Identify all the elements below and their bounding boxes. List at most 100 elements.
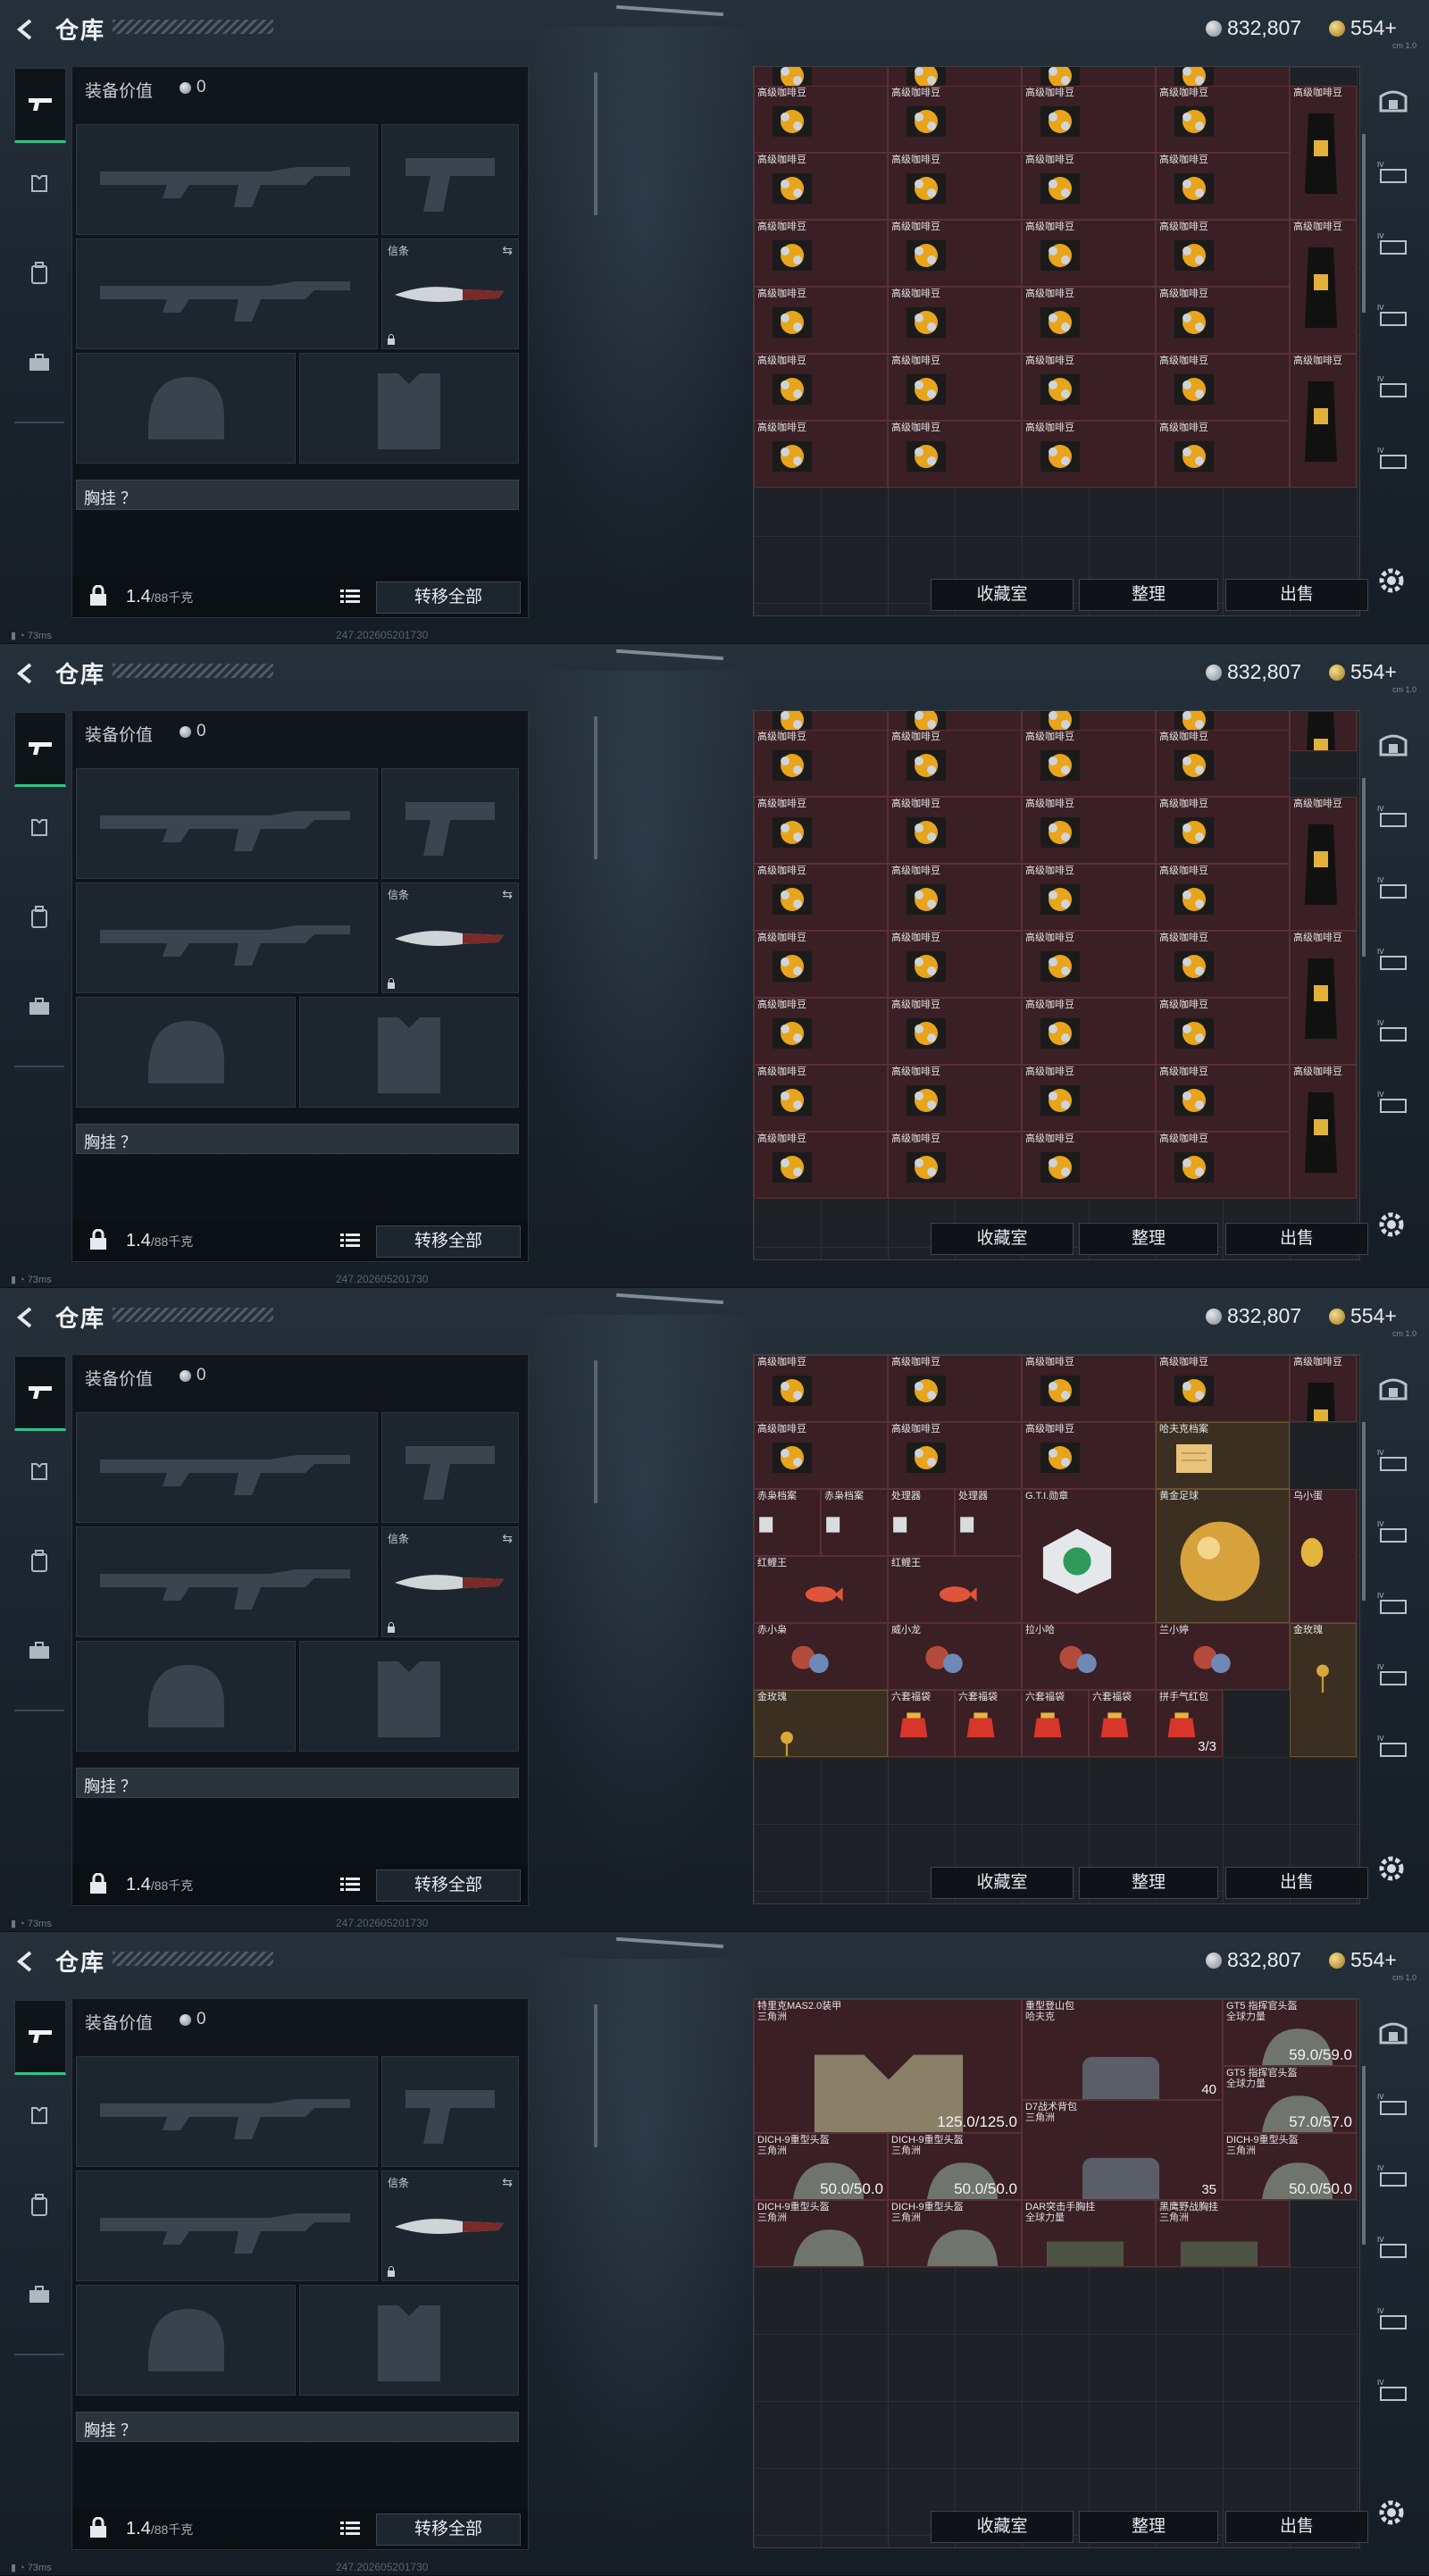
sell-button[interactable]: 出售 <box>1225 2511 1368 2543</box>
transfer-all-button[interactable]: 转移全部 <box>376 581 521 614</box>
gear-icon[interactable] <box>1375 2497 1408 2529</box>
nav-armor[interactable] <box>14 2080 64 2152</box>
pistol-slot[interactable] <box>381 2056 519 2167</box>
stash-item[interactable]: 高级咖啡豆 <box>1022 86 1156 153</box>
stash-item[interactable]: 高级咖啡豆 <box>1156 220 1290 287</box>
stash-item[interactable]: 高级咖啡豆 <box>1290 220 1357 354</box>
stash-item[interactable]: DICH-9重型头盔 三角洲 50.0/50.0 <box>1223 2133 1357 2200</box>
stash-item[interactable]: 高级咖啡豆 <box>1156 287 1290 354</box>
stash-item[interactable]: 高级咖啡豆 <box>888 998 1022 1065</box>
sell-button[interactable]: 出售 <box>1225 579 1368 611</box>
stash-item[interactable]: 高级咖啡豆 <box>1022 1355 1156 1422</box>
stash-item[interactable]: 高级咖啡豆 <box>1156 864 1290 931</box>
gold-currency[interactable]: 554+ <box>1329 1304 1397 1328</box>
primary-weapon-slot[interactable] <box>76 2056 378 2167</box>
storage-lv3-icon[interactable]: IV <box>1377 1590 1409 1617</box>
stash-item[interactable]: DICH-9重型头盔 三角洲 50.0/50.0 <box>754 2133 888 2200</box>
swap-icon[interactable]: ⇆ <box>502 887 513 902</box>
stash-scrollbar[interactable] <box>1362 1422 1366 1601</box>
secondary-weapon-slot[interactable] <box>76 882 378 993</box>
stash-item[interactable]: 高级咖啡豆 <box>888 1355 1022 1422</box>
stash-item[interactable]: 高级咖啡豆 <box>1156 421 1290 488</box>
nav-armor[interactable] <box>14 1436 64 1508</box>
stash-item[interactable]: 黄金足球 <box>1156 1489 1290 1623</box>
stash-item[interactable]: 高级咖啡豆 <box>754 1132 888 1199</box>
back-icon[interactable] <box>13 1948 39 1975</box>
storage-lv2-icon[interactable]: IV <box>1377 2162 1409 2189</box>
back-icon[interactable] <box>13 16 39 43</box>
chest-rig-slot[interactable]: 胸挂 ？ <box>76 2412 519 2442</box>
body-armor-slot[interactable] <box>299 997 519 1108</box>
stash-item[interactable]: 高级咖啡豆 <box>888 730 1022 797</box>
nav-weapons[interactable] <box>14 2000 66 2075</box>
stash-item[interactable]: 高级咖啡豆 <box>888 797 1022 864</box>
stash-scrollbar[interactable] <box>1362 778 1366 957</box>
nav-armor[interactable] <box>14 792 64 864</box>
stash-item[interactable]: 黑鹰野战胸挂 三角洲 <box>1156 2200 1290 2267</box>
gear-icon[interactable] <box>1375 1209 1408 1241</box>
stash-item[interactable]: 赤小枭 <box>754 1623 888 1690</box>
nav-backpack[interactable] <box>14 1526 64 1597</box>
stash-item[interactable]: 高级咖啡豆 <box>1156 354 1290 421</box>
storage-lv4-icon[interactable]: IV <box>1377 1017 1409 1044</box>
storage-lv4-icon[interactable]: IV <box>1377 373 1409 400</box>
swap-icon[interactable]: ⇆ <box>502 1531 513 1546</box>
storage-lv5-icon[interactable]: IV <box>1377 445 1409 472</box>
list-icon[interactable] <box>340 2521 360 2537</box>
collection-room-button[interactable]: 收藏室 <box>931 2511 1074 2543</box>
stash-item[interactable]: 高级咖啡豆 <box>754 730 888 797</box>
collection-room-button[interactable]: 收藏室 <box>931 1867 1074 1899</box>
storage-lv3-icon[interactable]: IV <box>1377 946 1409 973</box>
stash-item[interactable]: 高级咖啡豆 <box>754 153 888 220</box>
body-armor-slot[interactable] <box>299 353 519 464</box>
vault-icon[interactable] <box>1377 1376 1409 1402</box>
stash-item[interactable]: 红鲤王 <box>754 1556 888 1623</box>
stash-item[interactable]: 高级咖啡豆 <box>1022 421 1156 488</box>
stash-item[interactable]: 高级咖啡豆 <box>1290 354 1357 488</box>
swap-icon[interactable]: ⇆ <box>502 243 513 258</box>
stash-item[interactable]: 六套福袋 <box>1089 1690 1156 1757</box>
stash-item[interactable]: 高级咖啡豆 <box>888 220 1022 287</box>
storage-lv3-icon[interactable]: IV <box>1377 302 1409 329</box>
stash-item[interactable]: DICH-9重型头盔 三角洲 <box>754 2200 888 2267</box>
storage-lv2-icon[interactable]: IV <box>1377 230 1409 257</box>
organize-button[interactable]: 整理 <box>1079 2511 1218 2543</box>
helmet-slot[interactable] <box>76 997 296 1108</box>
gold-currency[interactable]: 554+ <box>1329 16 1397 40</box>
back-icon[interactable] <box>13 1304 39 1331</box>
stash-item[interactable]: 高级咖啡豆 <box>754 864 888 931</box>
stash-item[interactable]: 特里克MAS2.0装甲 三角洲 125.0/125.0 <box>754 1999 1022 2133</box>
storage-lv2-icon[interactable]: IV <box>1377 1518 1409 1545</box>
stash-item[interactable]: 高级咖啡豆 <box>1156 1355 1290 1422</box>
stash-item[interactable]: 高级咖啡豆 <box>1022 730 1156 797</box>
stash-item[interactable]: 高级咖啡豆 <box>1022 153 1156 220</box>
stash-item[interactable]: 高级咖啡豆 <box>888 1422 1022 1489</box>
nav-weapons[interactable] <box>14 68 66 143</box>
stash-item[interactable]: G.T.I.勋章 <box>1022 1489 1156 1623</box>
stash-item[interactable]: 高级咖啡豆 <box>888 86 1022 153</box>
storage-lv1-icon[interactable]: IV <box>1377 159 1409 186</box>
stash-item[interactable]: DICH-9重型头盔 三角洲 50.0/50.0 <box>888 2133 1022 2200</box>
stash-item[interactable]: GT5 指挥官头盔 全球力量 57.0/57.0 <box>1223 2066 1357 2133</box>
stash-item[interactable]: 赤枭档案 <box>821 1489 888 1556</box>
storage-lv3-icon[interactable]: IV <box>1377 2234 1409 2261</box>
nav-backpack[interactable] <box>14 238 64 309</box>
stash-item[interactable]: 高级咖啡豆 <box>1156 1132 1290 1199</box>
storage-lv1-icon[interactable]: IV <box>1377 803 1409 830</box>
primary-weapon-slot[interactable] <box>76 768 378 879</box>
storage-lv4-icon[interactable]: IV <box>1377 1661 1409 1688</box>
stash-item[interactable]: 重型登山包 哈夫克 40 <box>1022 1999 1223 2100</box>
stash-item[interactable]: 六套福袋 <box>888 1690 955 1757</box>
nav-case[interactable] <box>14 1615 64 1686</box>
stash-item[interactable]: 高级咖啡豆 <box>1156 797 1290 864</box>
stash-item[interactable]: 高级咖啡豆 <box>754 797 888 864</box>
vault-icon[interactable] <box>1377 732 1409 758</box>
chest-rig-slot[interactable]: 胸挂 ？ <box>76 480 519 510</box>
helmet-slot[interactable] <box>76 1641 296 1752</box>
organize-button[interactable]: 整理 <box>1079 1223 1218 1255</box>
melee-slot[interactable]: 信条 ⇆ <box>381 238 519 349</box>
stash-item[interactable]: 高级咖啡豆 <box>888 864 1022 931</box>
stash-item[interactable]: 拼手气红包 3/3 <box>1156 1690 1223 1757</box>
organize-button[interactable]: 整理 <box>1079 579 1218 611</box>
stash-item[interactable]: 高级咖啡豆 <box>1290 1355 1357 1422</box>
